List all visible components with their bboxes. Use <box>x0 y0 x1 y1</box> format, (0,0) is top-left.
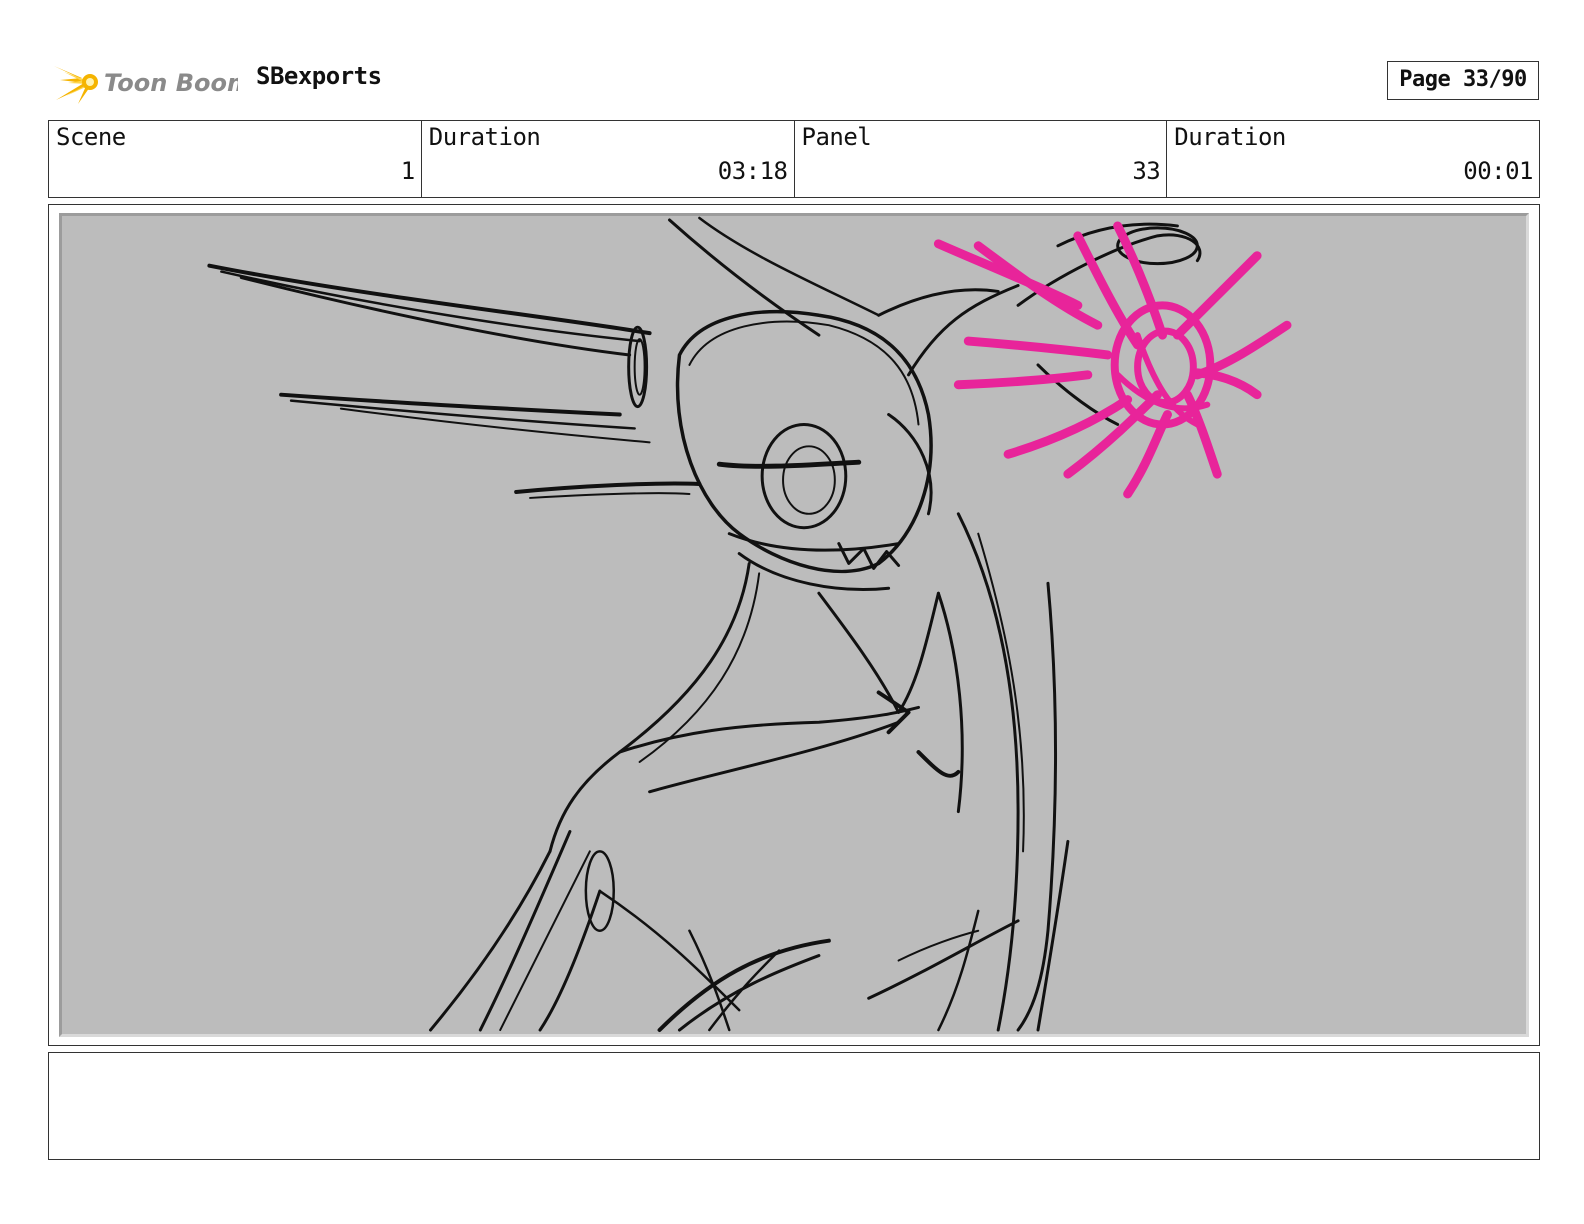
scene-duration-label: Duration <box>428 123 541 151</box>
scene-cell: Scene 1 <box>49 121 422 197</box>
panel-duration-label: Duration <box>1174 123 1286 151</box>
panel-duration-value: 00:01 <box>1463 157 1533 185</box>
panel-duration-cell: Duration 00:01 <box>1167 121 1539 197</box>
project-title: SBexports <box>256 62 382 90</box>
panel-image <box>59 213 1529 1037</box>
scene-info-table: Scene 1 Duration 03:18 Panel 33 Duration… <box>48 120 1540 198</box>
scene-label: Scene <box>56 123 126 151</box>
impact-burst <box>933 221 1292 499</box>
logo-text: Toon Boom <box>104 69 238 97</box>
panel-cell: Panel 33 <box>795 121 1168 197</box>
scene-duration-cell: Duration 03:18 <box>422 121 795 197</box>
logo-burst-icon <box>54 66 98 104</box>
page-number: Page 33/90 <box>1387 61 1539 100</box>
sketch-lines <box>207 216 1202 1033</box>
panel-label: Panel <box>801 123 872 151</box>
panel-notes <box>48 1052 1540 1160</box>
panel-frame <box>48 204 1540 1046</box>
logo-graphic: Toon Boom <box>54 66 238 104</box>
toon-boom-logo: Toon Boom <box>52 56 238 106</box>
panel-value: 33 <box>1132 157 1161 185</box>
scene-duration-value: 03:18 <box>717 157 788 185</box>
sketch-drawing <box>207 216 1292 1033</box>
scene-value: 1 <box>400 157 415 185</box>
